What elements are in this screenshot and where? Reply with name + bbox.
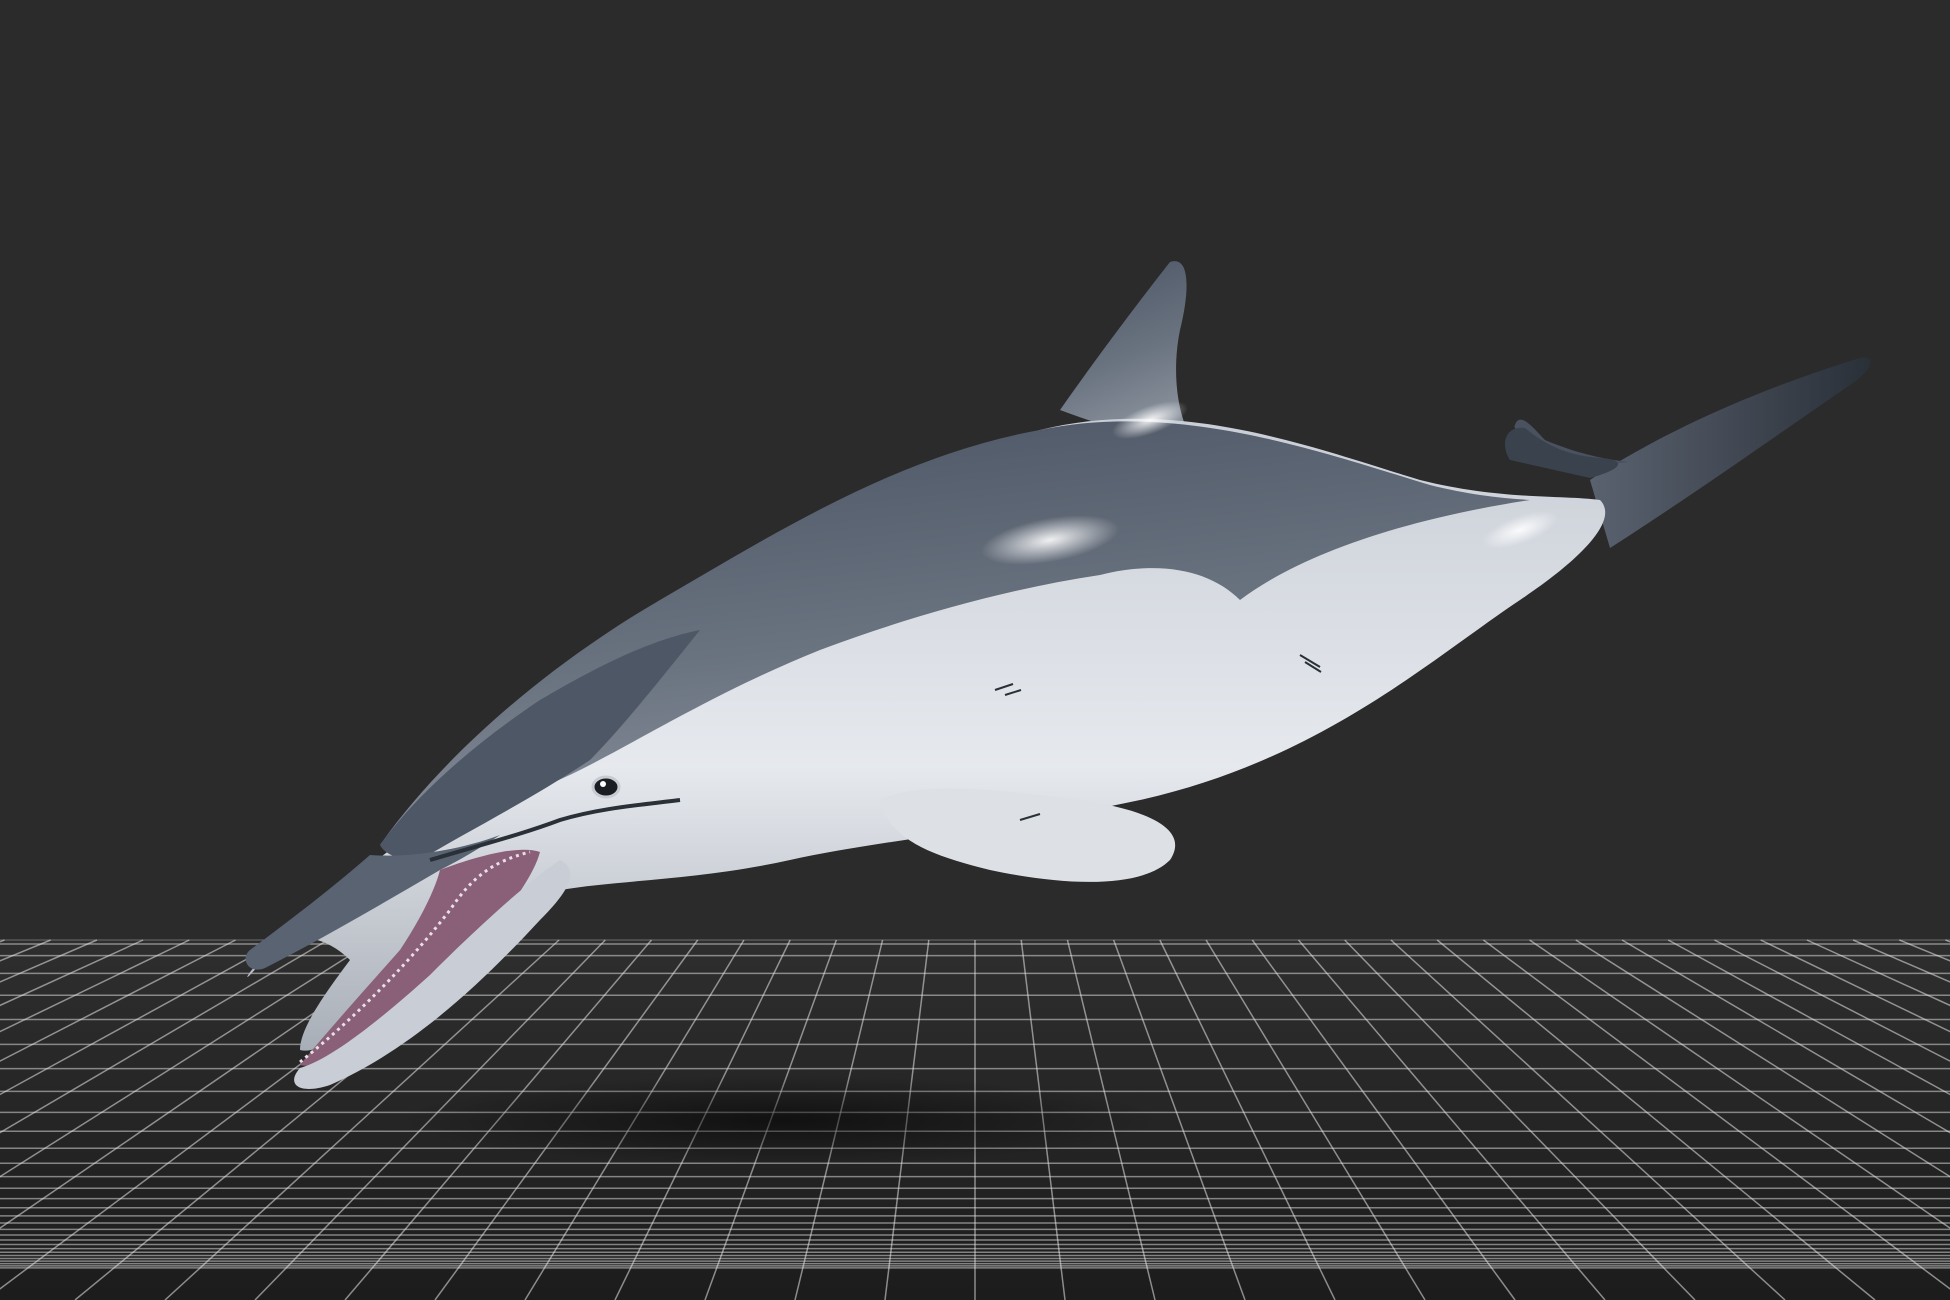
dolphin-shadow [400, 1075, 1160, 1165]
pectoral-fin [880, 788, 1176, 882]
scene-canvas[interactable] [0, 0, 1950, 1300]
tail-fluke-small [1505, 427, 1619, 478]
3d-viewport[interactable] [0, 0, 1950, 1300]
tail-fluke [1590, 357, 1871, 548]
dolphin-eye [591, 775, 621, 799]
eye-highlight [600, 781, 606, 787]
